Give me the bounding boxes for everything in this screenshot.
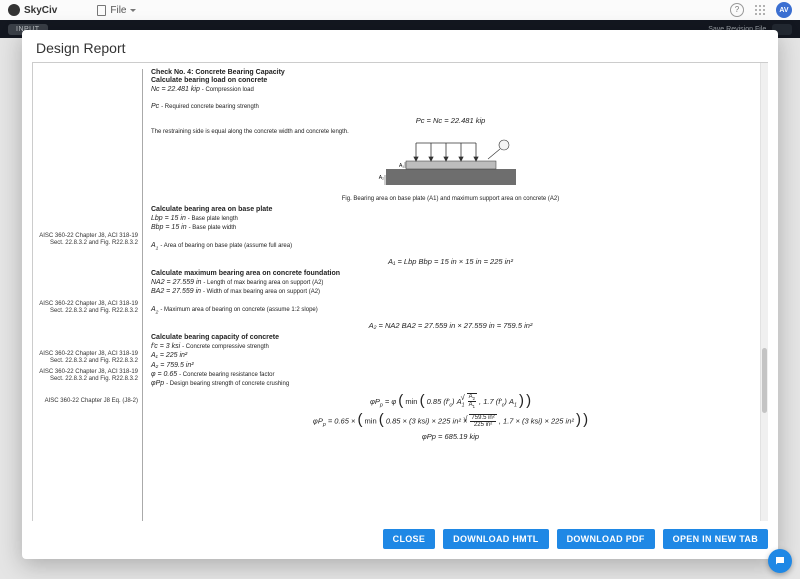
reference-text: AISC 360-22 Chapter J8, ACI 318-19 Sect.… bbox=[38, 369, 138, 383]
value-line: A₁ = 225 in² bbox=[151, 351, 750, 360]
equation-symbolic: φPp = φ ( min ( 0.85 (f'c) A1 A2A1 , 1.7… bbox=[151, 393, 750, 410]
reference-text: AISC 360-22 Chapter J8, ACI 318-19 Sect.… bbox=[38, 301, 138, 315]
file-menu[interactable]: File bbox=[97, 5, 136, 16]
subheading: Calculate maximum bearing area on concre… bbox=[151, 270, 750, 277]
topbar-right: ? AV bbox=[730, 2, 792, 18]
modal-footer: CLOSE DOWNLOAD HMTL DOWNLOAD PDF OPEN IN… bbox=[22, 521, 778, 559]
main-column: Check No. 4: Concrete Bearing Capacity C… bbox=[143, 69, 760, 521]
value-line: f'c = 3 ksi - Concrete compressive stren… bbox=[151, 342, 750, 351]
value-line: A₂ = 759.5 in² bbox=[151, 361, 750, 370]
value-line: BA2 = 27.559 in - Width of max bearing a… bbox=[151, 287, 750, 296]
value-line: φPp - Design bearing strength of concret… bbox=[151, 379, 750, 388]
value-line: Lbp = 15 in - Base plate length bbox=[151, 214, 750, 223]
scrollbar-thumb[interactable] bbox=[762, 348, 767, 413]
reference-text: AISC 360-22 Chapter J8 Eq. (J8-2) bbox=[38, 398, 138, 405]
check-heading: Check No. 4: Concrete Bearing Capacity bbox=[151, 69, 750, 76]
subheading: Calculate bearing capacity of concrete bbox=[151, 334, 750, 341]
value-line: φ = 0.65 - Concrete bearing resistance f… bbox=[151, 370, 750, 379]
value-line: Bbp = 15 in - Base plate width bbox=[151, 223, 750, 232]
report-scroll-area[interactable]: AISC 360-22 Chapter J8, ACI 318-19 Sect.… bbox=[33, 63, 760, 521]
bearing-diagram-svg: A₁ A₂ bbox=[376, 137, 526, 193]
help-icon[interactable]: ? bbox=[730, 3, 744, 17]
design-report-modal: Design Report AISC 360-22 Chapter J8, AC… bbox=[22, 30, 778, 559]
modal-title: Design Report bbox=[22, 30, 778, 62]
bearing-figure: A₁ A₂ Fig. Bearing area on base plate (A… bbox=[151, 137, 750, 202]
figure-caption: Fig. Bearing area on base plate (A1) and… bbox=[151, 196, 750, 202]
subheading: Calculate bearing area on base plate bbox=[151, 206, 750, 213]
fig-label-a1: A₁ bbox=[398, 163, 403, 169]
note-text: The restraining side is equal along the … bbox=[151, 129, 750, 135]
brand-name: SkyCiv bbox=[24, 5, 57, 16]
equation: A₂ = NA2 BA2 = 27.559 in × 27.559 in = 7… bbox=[151, 321, 750, 330]
close-button[interactable]: CLOSE bbox=[383, 529, 436, 549]
equation: A₁ = Lbp Bbp = 15 in × 15 in = 225 in² bbox=[151, 257, 750, 266]
chevron-down-icon bbox=[130, 9, 136, 12]
apps-grid-icon[interactable] bbox=[754, 4, 766, 16]
equation-numeric: φPp = 0.65 × ( min ( 0.85 × (3 ksi) × 22… bbox=[151, 414, 750, 428]
app-logo[interactable]: SkyCiv bbox=[8, 4, 57, 16]
value-line: Nc = 22.481 kip - Compression load bbox=[151, 85, 750, 94]
reference-text: AISC 360-22 Chapter J8, ACI 318-19 Sect.… bbox=[38, 351, 138, 365]
chat-icon bbox=[774, 555, 786, 567]
equation-result: φPp = 685.19 kip bbox=[151, 432, 750, 441]
modal-body: AISC 360-22 Chapter J8, ACI 318-19 Sect.… bbox=[32, 62, 768, 521]
file-menu-label: File bbox=[110, 5, 126, 16]
value-line: A2 - Maximum area of bearing on concrete… bbox=[151, 305, 750, 317]
fig-label-a2: A₂ bbox=[378, 175, 383, 181]
download-pdf-button[interactable]: DOWNLOAD PDF bbox=[557, 529, 655, 549]
open-new-tab-button[interactable]: OPEN IN NEW TAB bbox=[663, 529, 768, 549]
value-line: A1 - Area of bearing on base plate (assu… bbox=[151, 241, 750, 253]
subheading: Calculate bearing load on concrete bbox=[151, 77, 750, 84]
chat-launcher[interactable] bbox=[768, 549, 792, 573]
equation: Pc = Nc = 22.481 kip bbox=[151, 116, 750, 125]
app-topbar: SkyCiv File ? AV bbox=[0, 0, 800, 21]
report-content: AISC 360-22 Chapter J8, ACI 318-19 Sect.… bbox=[33, 63, 760, 521]
references-column: AISC 360-22 Chapter J8, ACI 318-19 Sect.… bbox=[33, 69, 143, 521]
avatar[interactable]: AV bbox=[776, 2, 792, 18]
value-line: NA2 = 27.559 in - Length of max bearing … bbox=[151, 278, 750, 287]
value-line: Pc - Required concrete bearing strength bbox=[151, 102, 750, 111]
download-html-button[interactable]: DOWNLOAD HMTL bbox=[443, 529, 548, 549]
logo-icon bbox=[8, 4, 20, 16]
file-icon bbox=[97, 5, 106, 16]
reference-text: AISC 360-22 Chapter J8, ACI 318-19 Sect.… bbox=[38, 233, 138, 247]
scrollbar[interactable] bbox=[760, 63, 768, 521]
